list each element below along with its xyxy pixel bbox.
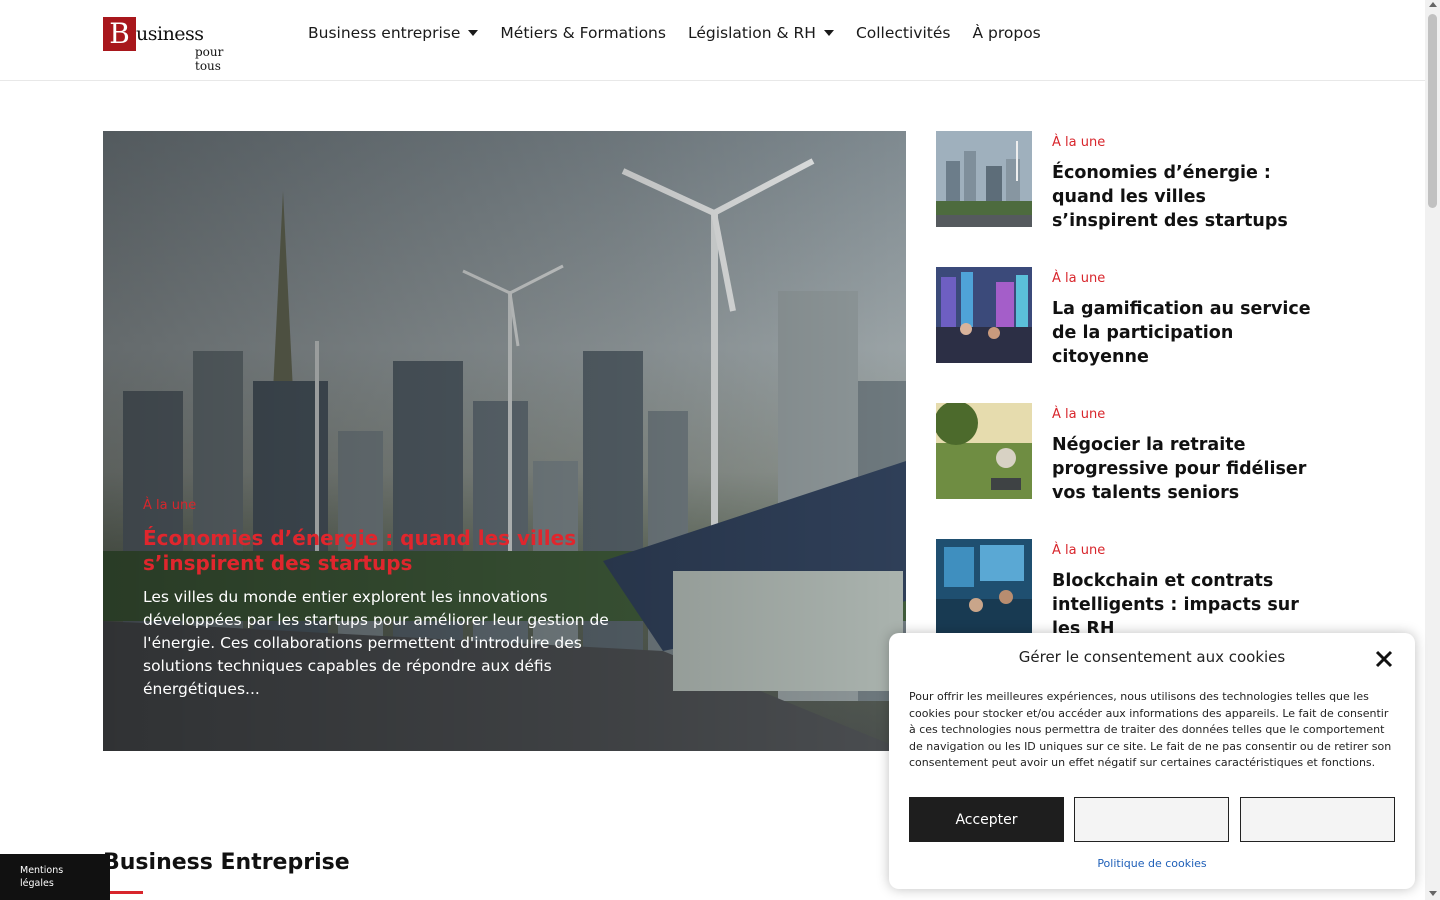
mentions-label-line2: légales	[20, 878, 54, 889]
page-scrollbar[interactable]	[1425, 0, 1440, 900]
hero-excerpt: Les villes du monde entier explorent les…	[143, 588, 609, 698]
hero-title[interactable]: Économies d’énergie : quand les villes s…	[143, 526, 643, 576]
article-thumbnail[interactable]	[936, 539, 1032, 635]
close-icon[interactable]	[1373, 648, 1395, 670]
logo-word: usiness	[136, 23, 204, 45]
caret-down-icon	[823, 30, 834, 36]
site-logo[interactable]: B usiness pour tous	[103, 17, 253, 73]
cookie-banner-title: Gérer le consentement aux cookies	[1018, 648, 1286, 666]
side-article[interactable]: À la une La gamification au service de l…	[936, 267, 1316, 377]
scrollbar-thumb[interactable]	[1428, 14, 1437, 208]
nav-item-label: Business entreprise	[308, 24, 461, 42]
article-title[interactable]: Blockchain et contrats intelligents : im…	[1052, 569, 1317, 641]
main-nav: Business entreprise Métiers & Formations…	[308, 24, 1041, 42]
thumb-neon-city-crowd-image	[936, 267, 1032, 363]
accept-cookies-button[interactable]: Accepter	[909, 797, 1064, 842]
hero-category[interactable]: À la une	[143, 498, 196, 513]
logo-letter: B	[103, 17, 136, 51]
mentions-label-line1: Mentions	[20, 865, 64, 876]
mentions-legales-tab[interactable]: Mentions légales	[0, 854, 110, 900]
side-article[interactable]: À la une Économies d’énergie : quand les…	[936, 131, 1316, 241]
section-title: Business Entreprise	[103, 850, 350, 875]
article-title[interactable]: Économies d’énergie : quand les villes s…	[1052, 161, 1317, 233]
caret-down-icon	[468, 30, 479, 36]
side-article[interactable]: À la une Négocier la retraite progressiv…	[936, 403, 1316, 513]
nav-item-label: Métiers & Formations	[500, 24, 666, 42]
scroll-up-arrow-icon[interactable]	[1429, 2, 1437, 7]
article-title[interactable]: La gamification au service de la partici…	[1052, 297, 1317, 369]
nav-item-label: À propos	[972, 24, 1041, 42]
thumb-city-wind-turbines-image	[936, 131, 1032, 227]
article-category[interactable]: À la une	[1052, 407, 1105, 422]
article-title[interactable]: Négocier la retraite progressive pour fi…	[1052, 433, 1317, 505]
site-header: B usiness pour tous Business entreprise …	[0, 0, 1425, 81]
article-thumbnail[interactable]	[936, 267, 1032, 363]
thumb-senior-laptop-nature-image	[936, 403, 1032, 499]
nav-item-label: Législation & RH	[687, 24, 816, 42]
cookie-consent-banner: Gérer le consentement aux cookies Pour o…	[889, 633, 1415, 889]
article-thumbnail[interactable]	[936, 131, 1032, 227]
hero-article[interactable]: À la une Économies d’énergie : quand les…	[103, 131, 906, 751]
article-category[interactable]: À la une	[1052, 271, 1105, 286]
cookie-policy-link[interactable]: Politique de cookies	[889, 857, 1415, 870]
article-category[interactable]: À la une	[1052, 135, 1105, 150]
scroll-down-arrow-icon[interactable]	[1429, 891, 1437, 896]
nav-item-label: Collectivités	[855, 24, 951, 42]
nav-item-a-propos[interactable]: À propos	[972, 24, 1040, 42]
refuse-cookies-button[interactable]: Refuser	[1074, 797, 1229, 842]
cookie-banner-text: Pour offrir les meilleures expériences, …	[909, 690, 1392, 769]
nav-item-metiers-formations[interactable]: Métiers & Formations	[500, 24, 666, 42]
thumb-office-screens-image	[936, 539, 1032, 635]
view-preferences-button[interactable]: Voir les préférences	[1240, 797, 1395, 842]
article-thumbnail[interactable]	[936, 403, 1032, 499]
nav-item-business-entreprise[interactable]: Business entreprise	[308, 24, 479, 42]
article-category[interactable]: À la une	[1052, 543, 1105, 558]
nav-item-legislation-rh[interactable]: Législation & RH	[688, 24, 834, 42]
nav-item-collectivites[interactable]: Collectivités	[856, 24, 951, 42]
logo-subtitle: pour tous	[195, 45, 224, 73]
